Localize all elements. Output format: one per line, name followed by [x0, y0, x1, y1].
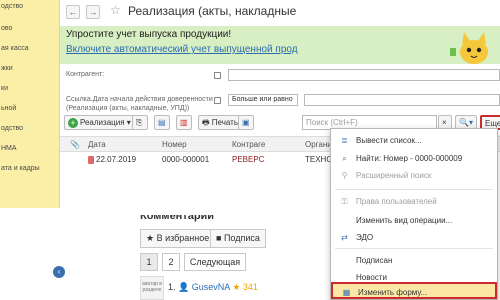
menu-item-label: Расширенный поиск	[356, 171, 432, 180]
condition-select[interactable]: Больше или равно	[228, 94, 298, 106]
comment-user-link[interactable]: GusevNA	[192, 282, 230, 292]
sidebar-item[interactable]: ово	[1, 25, 12, 32]
sidebar: одство ово ая касса жки ки ьной одство Н…	[0, 0, 60, 300]
comment-header: 1. 👤 GusevNA ★ 341	[168, 282, 258, 293]
next-page-button[interactable]: Следующая	[184, 253, 246, 271]
menu-item-label: Изменить форму...	[358, 288, 428, 297]
menu-item-change-operation[interactable]: Изменить вид операции...	[331, 212, 497, 229]
window-titlebar: ← → ☆ Реализация (акты, накладные	[60, 0, 500, 26]
date-value-field[interactable]	[304, 94, 500, 106]
date-filter-checkbox[interactable]	[214, 97, 221, 104]
promo-banner: Упростите учет выпуска продукции! Включи…	[60, 26, 500, 64]
menu-item-change-form[interactable]: ▦ Изменить форму...	[331, 282, 497, 299]
collapse-sidebar-icon[interactable]: ‹	[53, 266, 65, 278]
contractor-filter-checkbox[interactable]	[214, 72, 221, 79]
sidebar-item[interactable]: ата и кадры	[1, 165, 40, 172]
find-icon: ⌕	[342, 154, 347, 163]
copy-icon[interactable]: ⎘	[132, 115, 148, 130]
menu-item-edo[interactable]: ⇄ ЭДО	[331, 229, 497, 246]
more-label: Еще	[485, 119, 500, 128]
row-contractor: РЕВЕРС	[232, 155, 265, 164]
rights-icon: ⚿	[341, 197, 348, 206]
realization-label: Реализация	[80, 118, 125, 127]
link-date-label: Ссылка.Дата начала действия доверенности…	[66, 96, 213, 112]
more-dropdown-menu: ≣ Вывести список... ⌕ Найти: Номер - 000…	[330, 128, 498, 300]
favorite-star-icon[interactable]: ☆	[110, 3, 121, 17]
comment-rating: 341	[242, 282, 258, 292]
contractor-field[interactable]	[228, 69, 500, 81]
page-1-button[interactable]: 1	[140, 253, 158, 271]
document-icon	[88, 155, 94, 164]
rating-star-icon: ★	[232, 282, 241, 292]
sidebar-empty-area	[0, 208, 60, 300]
printer-icon: 🖶	[202, 118, 210, 127]
column-header-number[interactable]: Номер	[162, 140, 187, 149]
create-based-on-icon[interactable]: ▣	[238, 115, 254, 130]
menu-item-user-rights[interactable]: ⚿ Права пользователей	[331, 193, 497, 210]
attachment-icon: 📎	[70, 140, 80, 149]
edo-icon: ⇄	[341, 233, 348, 242]
menu-item-label: Вывести список...	[356, 136, 422, 145]
unpost-document-icon[interactable]: ▥	[176, 115, 192, 130]
sidebar-item[interactable]: ьной	[1, 105, 16, 112]
window-title: Реализация (акты, накладные	[128, 4, 297, 18]
favorites-button[interactable]: ★ В избранное	[140, 229, 216, 248]
banner-title: Упростите учет выпуска продукции!	[66, 29, 232, 40]
sidebar-item[interactable]: одство	[1, 3, 23, 10]
menu-item-label: Новости	[356, 273, 387, 282]
forward-icon[interactable]: →	[86, 5, 100, 19]
author-avatar: аватар в разделе	[140, 276, 164, 300]
menu-item-signed[interactable]: Подписан	[331, 252, 497, 269]
menu-item-label: ЭДО	[356, 233, 374, 242]
menu-item-find[interactable]: ⌕ Найти: Номер - 0000-000009	[331, 150, 497, 167]
column-header-date[interactable]: Дата	[88, 140, 106, 149]
row-date: 22.07.2019	[88, 155, 136, 164]
realization-create-button[interactable]: + Реализация ▾	[64, 115, 135, 130]
condition-value: Больше или равно	[232, 96, 293, 103]
menu-item-label: Права пользователей	[356, 197, 437, 206]
sidebar-item[interactable]: ки	[1, 85, 8, 92]
comment-index: 1.	[168, 282, 176, 292]
menu-separator	[335, 248, 493, 249]
user-icon: 👤	[178, 282, 190, 292]
row-number: 0000-000001	[162, 155, 210, 164]
favorites-label: В избранное	[156, 233, 210, 243]
print-label: Печать	[211, 118, 239, 127]
row-date-value: 22.07.2019	[96, 155, 137, 164]
sidebar-item[interactable]: одство	[1, 125, 23, 132]
banner-link[interactable]: Включите автоматический учет выпущенной …	[66, 44, 298, 55]
subscribe-button[interactable]: ■ Подписа	[210, 229, 266, 248]
sidebar-item[interactable]: жки	[1, 65, 13, 72]
post-document-icon[interactable]: ▤	[154, 115, 170, 130]
back-icon[interactable]: ←	[66, 5, 80, 19]
sidebar-item[interactable]: НМА	[1, 145, 17, 152]
menu-item-extended-search[interactable]: ⚲ Расширенный поиск	[331, 167, 497, 184]
contractor-label: Контрагент:	[66, 71, 105, 78]
subscribe-label: Подписа	[223, 233, 260, 243]
change-form-icon: ▦	[342, 288, 351, 297]
menu-item-label: Найти: Номер - 0000-000009	[356, 154, 463, 163]
extended-search-icon: ⚲	[341, 171, 348, 180]
sidebar-item[interactable]: ая касса	[1, 45, 29, 52]
plus-icon: +	[68, 117, 78, 128]
menu-item-label: Изменить вид операции...	[356, 216, 453, 225]
menu-item-list[interactable]: ≣ Вывести список...	[331, 132, 497, 149]
cat-mascot-icon	[450, 32, 488, 64]
page-2-button[interactable]: 2	[162, 253, 180, 271]
menu-separator	[335, 189, 493, 190]
list-icon: ≣	[341, 136, 348, 145]
column-header-contractor[interactable]: Контраге	[232, 140, 265, 149]
menu-item-label: Подписан	[356, 256, 393, 265]
